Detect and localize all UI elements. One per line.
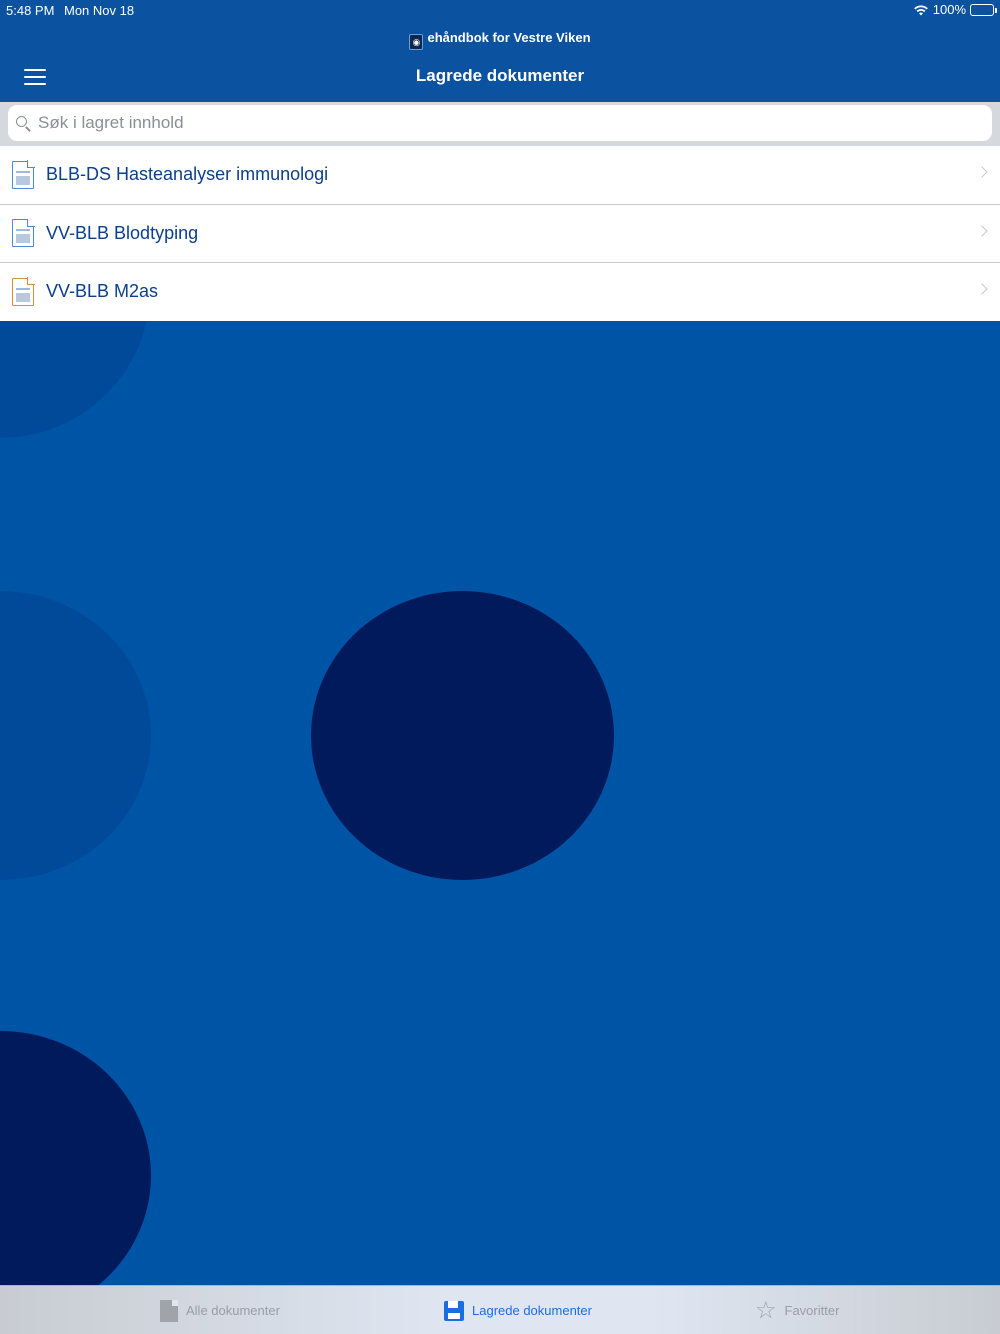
battery-icon	[970, 3, 997, 16]
list-item[interactable]: VV-BLB Blodtyping	[0, 205, 1000, 263]
wifi-icon	[913, 4, 928, 15]
document-title: VV-BLB Blodtyping	[46, 222, 199, 243]
save-icon	[444, 1300, 464, 1321]
tab-alle-dokumenter[interactable]: Alle dokumenter	[160, 1286, 280, 1334]
search-bar	[0, 102, 1000, 146]
background-pattern	[0, 321, 1000, 1285]
document-orange-icon	[12, 277, 35, 306]
status-right: 100%	[913, 2, 997, 17]
chevron-right-icon	[976, 166, 988, 178]
decorative-circle	[0, 1031, 151, 1285]
app-title-text: ehåndbok for Vestre Viken	[427, 30, 591, 45]
page-title: Lagrede dokumenter	[415, 66, 585, 85]
document-icon	[160, 1299, 178, 1322]
app-logo-icon: ◉	[409, 34, 424, 50]
document-title: VV-BLB M2as	[46, 281, 159, 302]
document-blue-icon	[12, 218, 35, 248]
saved-documents-list: BLB-DS Hasteanalyser immunologi VV-BLB B…	[0, 146, 1000, 322]
status-date: Mon Nov 18	[64, 3, 135, 18]
decorative-circle	[0, 591, 151, 880]
app-title: ◉ ehåndbok for Vestre Viken	[0, 30, 1000, 50]
decorative-circle	[0, 321, 150, 438]
tab-label: Lagrede dokumenter	[472, 1303, 592, 1318]
list-item[interactable]: VV-BLB M2as	[0, 263, 1000, 322]
status-time: 5:48 PM	[6, 3, 55, 18]
tab-bar: Alle dokumenter Lagrede dokumenter ☆ Fav…	[0, 1285, 1000, 1334]
status-bar: 5:48 PM Mon Nov 18 100%	[0, 0, 1000, 22]
search-icon	[16, 116, 30, 130]
header-bar: 5:48 PM Mon Nov 18 100% ◉ ehåndbok for Ve…	[0, 0, 1000, 102]
search-input[interactable]	[38, 113, 992, 133]
chevron-right-icon	[976, 283, 988, 295]
list-item[interactable]: BLB-DS Hasteanalyser immunologi	[0, 146, 1000, 205]
chevron-right-icon	[976, 224, 988, 237]
document-title: BLB-DS Hasteanalyser immunologi	[46, 164, 329, 185]
tab-label: Favoritter	[784, 1303, 840, 1318]
tab-lagrede-dokumenter[interactable]: Lagrede dokumenter	[444, 1286, 592, 1334]
battery-percent: 100%	[932, 2, 966, 17]
tab-label: Alle dokumenter	[186, 1303, 280, 1318]
tab-favoritter[interactable]: ☆ Favoritter	[755, 1286, 839, 1334]
decorative-circle	[311, 591, 614, 880]
star-icon: ☆	[755, 1296, 777, 1324]
search-field-container[interactable]	[8, 105, 992, 141]
document-blue-icon	[12, 160, 35, 189]
